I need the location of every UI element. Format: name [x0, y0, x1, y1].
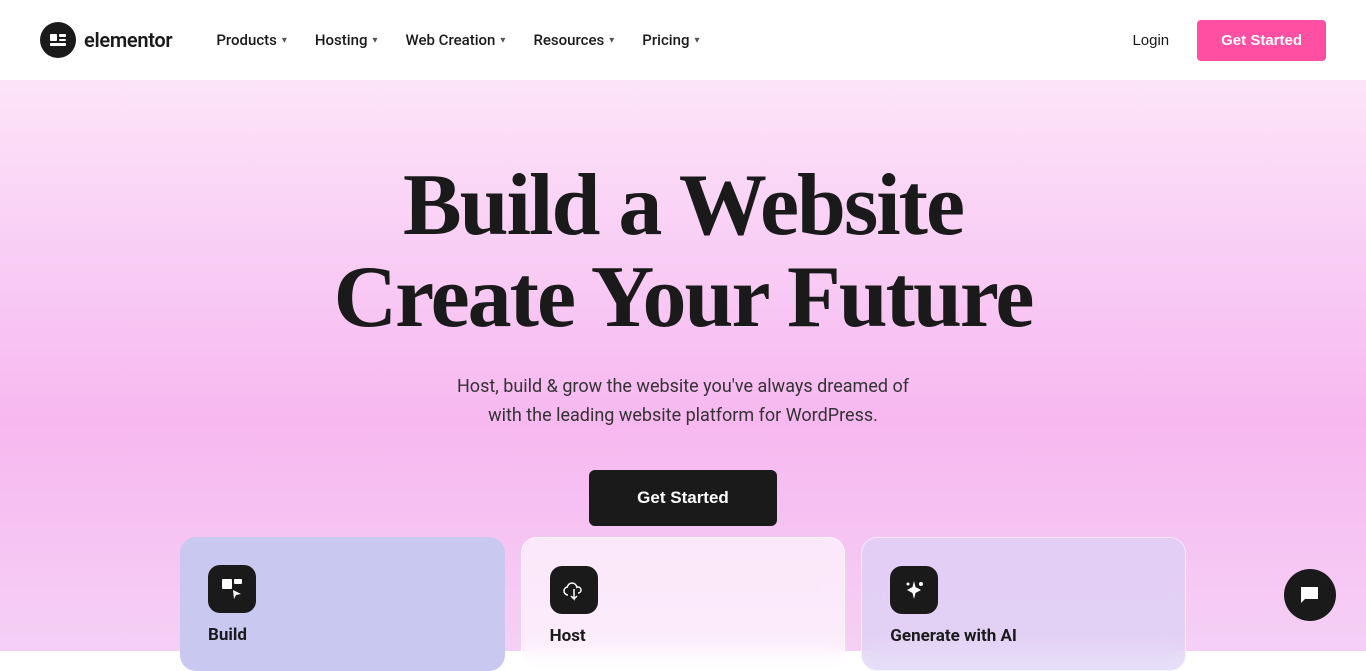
hero-section: Build a Website Create Your Future Host,… — [0, 80, 1366, 651]
nav-label-hosting: Hosting — [315, 31, 368, 49]
nav-item-hosting[interactable]: Hosting ▾ — [303, 23, 390, 57]
card-host-label: Host — [550, 626, 586, 646]
cloud-icon — [550, 566, 598, 614]
chevron-down-icon: ▾ — [282, 35, 287, 46]
chevron-down-icon: ▾ — [500, 35, 505, 46]
nav-label-products: Products — [216, 31, 277, 49]
nav-label-pricing: Pricing — [642, 31, 689, 49]
chevron-down-icon: ▾ — [695, 35, 700, 46]
nav-label-web-creation: Web Creation — [405, 31, 495, 49]
nav-item-pricing[interactable]: Pricing ▾ — [630, 23, 711, 57]
hero-title-line2: Create Your Future — [334, 249, 1033, 346]
card-build-label: Build — [208, 625, 247, 645]
stars-icon — [890, 566, 938, 614]
card-ai-label: Generate with AI — [890, 626, 1017, 646]
cursor-icon — [208, 565, 256, 613]
login-button[interactable]: Login — [1120, 24, 1181, 57]
logo-text: elementor — [84, 28, 172, 52]
nav-item-products[interactable]: Products ▾ — [204, 23, 299, 57]
nav-label-resources: Resources — [533, 31, 604, 49]
logo[interactable]: elementor — [40, 22, 172, 58]
hero-subtitle: Host, build & grow the website you've al… — [457, 373, 909, 431]
logo-icon — [40, 22, 76, 58]
get-started-nav-button[interactable]: Get Started — [1197, 20, 1326, 61]
navbar-right: Login Get Started — [1120, 20, 1326, 61]
nav-item-resources[interactable]: Resources ▾ — [521, 23, 626, 57]
hero-cta-button[interactable]: Get Started — [589, 470, 777, 526]
hero-title-line1: Build a Website — [403, 157, 963, 254]
navbar-left: elementor Products ▾ Hosting ▾ Web Creat… — [40, 22, 712, 58]
navbar: elementor Products ▾ Hosting ▾ Web Creat… — [0, 0, 1366, 80]
chat-widget[interactable] — [1284, 569, 1336, 621]
hero-subtitle-line1: Host, build & grow the website you've al… — [457, 376, 909, 397]
hero-subtitle-line2: with the leading website platform for Wo… — [488, 405, 878, 426]
nav-item-web-creation[interactable]: Web Creation ▾ — [393, 23, 517, 57]
hero-title: Build a Website Create Your Future — [334, 160, 1033, 345]
chat-icon — [1298, 583, 1322, 607]
nav-menu: Products ▾ Hosting ▾ Web Creation ▾ Reso… — [204, 23, 711, 57]
chevron-down-icon: ▾ — [609, 35, 614, 46]
chevron-down-icon: ▾ — [372, 35, 377, 46]
